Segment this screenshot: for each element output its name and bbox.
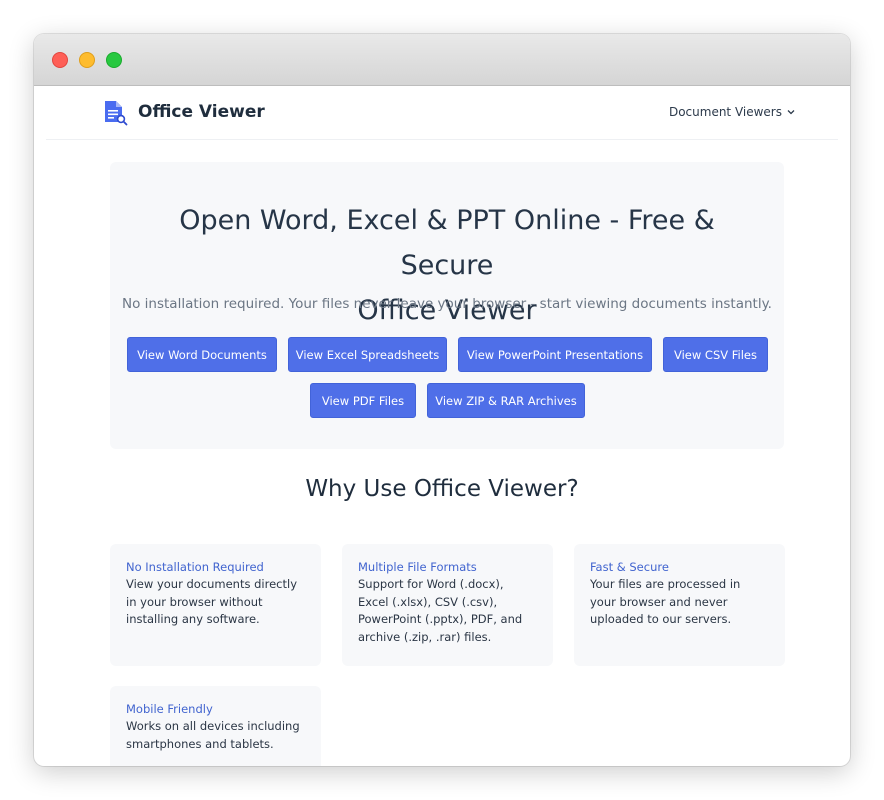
feature-card-text: Works on all devices including smartphon… xyxy=(126,719,300,751)
view-zip-rar-archives-button[interactable]: View ZIP & RAR Archives xyxy=(427,383,585,418)
window-titlebar xyxy=(34,34,850,86)
hero-title: Open Word, Excel & PPT Online - Free & S… xyxy=(130,198,764,333)
document-search-icon[interactable] xyxy=(102,100,128,126)
feature-card-text: Support for Word (.docx), Excel (.xlsx),… xyxy=(358,577,523,644)
feature-card-text: Your files are processed in your browser… xyxy=(590,577,741,627)
view-csv-files-button[interactable]: View CSV Files xyxy=(663,337,768,372)
brand-name[interactable]: Office Viewer xyxy=(138,102,265,122)
feature-card-mobile-friendly: Mobile Friendly Works on all devices inc… xyxy=(110,686,321,766)
feature-card-multiple-formats: Multiple File Formats Support for Word (… xyxy=(342,544,553,666)
feature-card-fast-secure: Fast & Secure Your files are processed i… xyxy=(574,544,785,666)
view-powerpoint-presentations-button[interactable]: View PowerPoint Presentations xyxy=(458,337,652,372)
hero-title-line-1: Open Word, Excel & PPT Online - Free & S… xyxy=(179,205,715,281)
feature-card-no-installation: No Installation Required View your docum… xyxy=(110,544,321,666)
site-navbar: Office Viewer Document Viewers xyxy=(46,86,838,140)
close-window-button[interactable] xyxy=(52,52,68,68)
feature-card-title: No Installation Required xyxy=(126,560,264,574)
view-pdf-files-button[interactable]: View PDF Files xyxy=(310,383,416,418)
feature-card-title: Multiple File Formats xyxy=(358,560,477,574)
features-heading: Why Use Office Viewer? xyxy=(305,476,579,502)
maximize-window-button[interactable] xyxy=(106,52,122,68)
document-viewers-menu[interactable]: Document Viewers xyxy=(669,105,796,119)
feature-card-title: Fast & Secure xyxy=(590,560,669,574)
browser-window: Office Viewer Document Viewers Open Word… xyxy=(34,34,850,766)
feature-card-text: View your documents directly in your bro… xyxy=(126,577,298,627)
hero-subtitle: No installation required. Your files nev… xyxy=(122,296,772,312)
document-viewers-menu-label: Document Viewers xyxy=(668,105,782,119)
feature-card-title: Mobile Friendly xyxy=(126,702,213,716)
minimize-window-button[interactable] xyxy=(79,52,95,68)
view-excel-spreadsheets-button[interactable]: View Excel Spreadsheets xyxy=(288,337,447,372)
chevron-down-icon xyxy=(787,110,795,115)
view-word-documents-button[interactable]: View Word Documents xyxy=(127,337,277,372)
hero-section: Open Word, Excel & PPT Online - Free & S… xyxy=(110,162,784,449)
